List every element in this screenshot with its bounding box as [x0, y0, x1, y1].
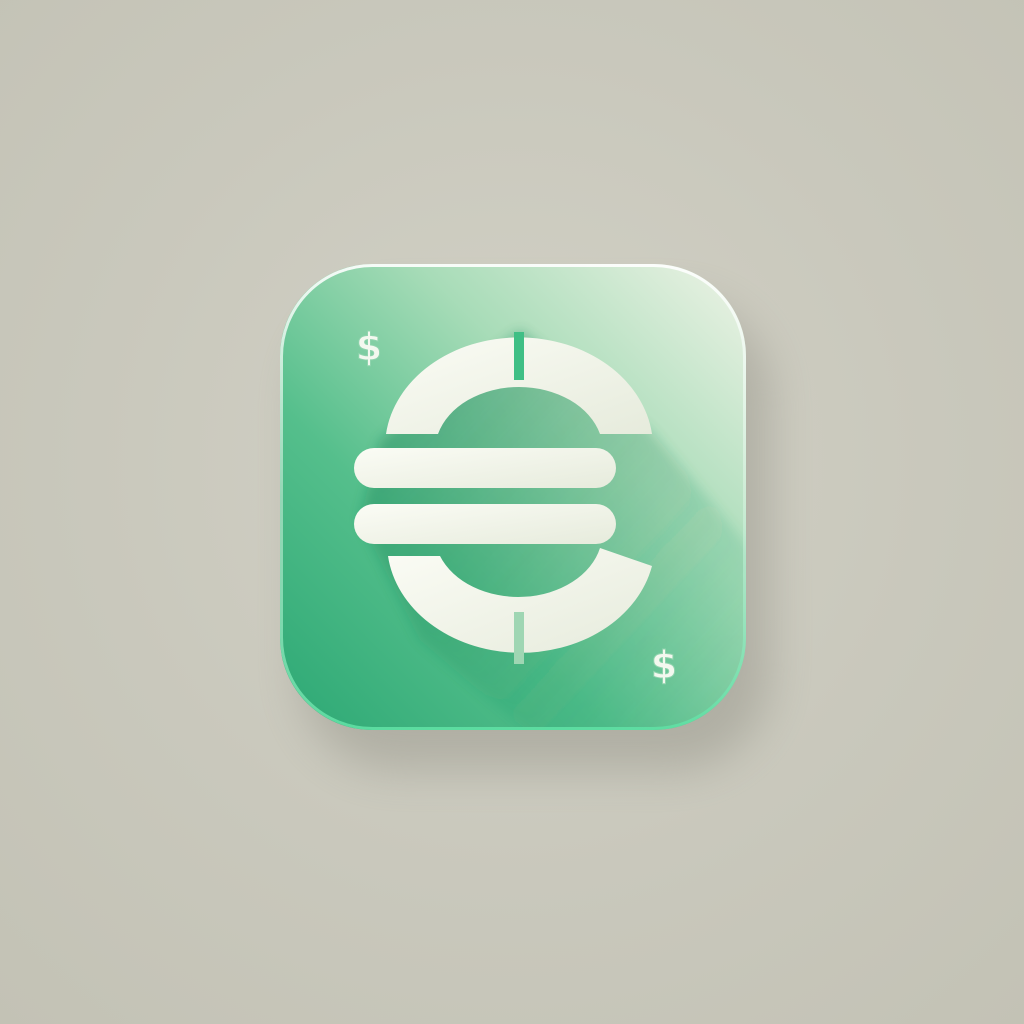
- dollar-sign-icon-bottom-right: $: [651, 643, 677, 687]
- app-icon[interactable]: $ $: [0, 0, 1024, 1024]
- euro-bottom-slit: [514, 612, 524, 664]
- euro-upper-bar: [354, 448, 616, 488]
- dollar-sign-icon-top-left: $: [356, 325, 382, 369]
- euro-lower-bar: [354, 504, 616, 544]
- euro-top-slit: [514, 332, 524, 380]
- icon-canvas: $ $: [0, 0, 1024, 1024]
